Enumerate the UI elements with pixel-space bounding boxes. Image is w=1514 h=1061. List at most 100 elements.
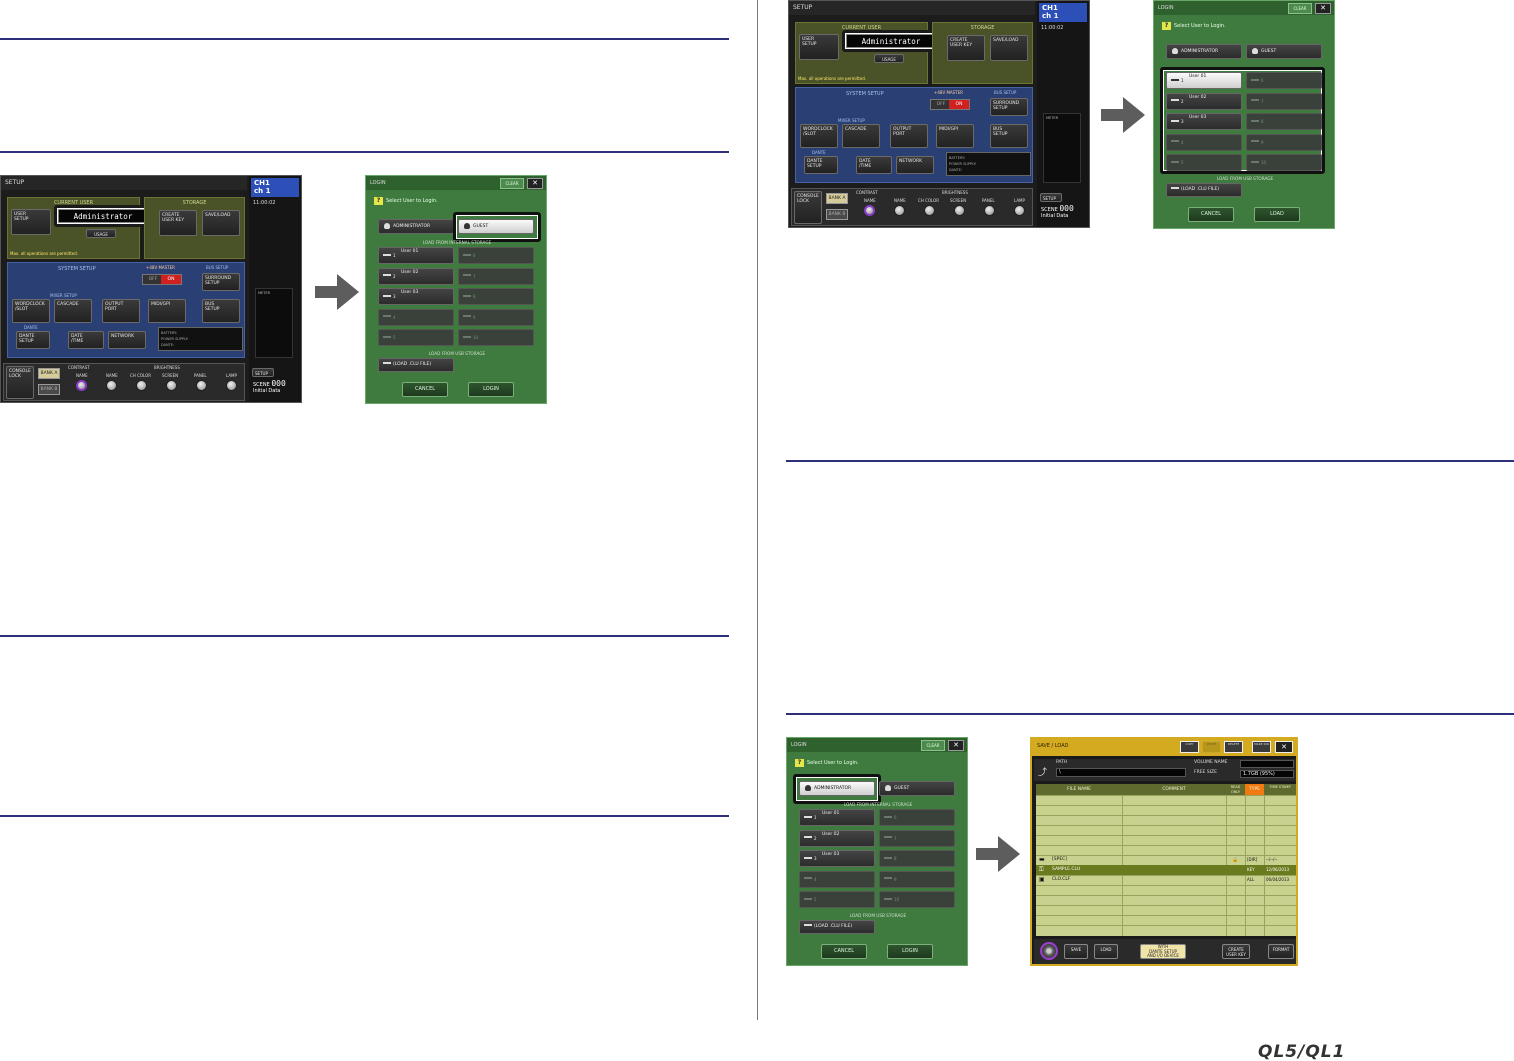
load-clu-button[interactable]: (LOAD .CLU FILE) [1166, 183, 1242, 197]
user-key-slot[interactable]: 2 User 02 [799, 829, 875, 847]
user-key-slot[interactable]: 7 [458, 267, 534, 285]
save-button[interactable]: SAVE [1064, 944, 1088, 959]
format-button[interactable]: FORMAT [1268, 944, 1294, 959]
user-key-slot[interactable]: 8 [458, 288, 534, 305]
create-user-key-button[interactable]: CREATE USER KEY [1222, 944, 1250, 959]
cancel-button[interactable]: CANCEL [1188, 207, 1234, 222]
master-48v-toggle[interactable]: OFF ON [930, 99, 970, 110]
cancel-button[interactable]: CANCEL [821, 944, 867, 959]
user-key-slot[interactable]: 1 User 01 [1166, 72, 1242, 89]
date-time-button[interactable]: DATE /TIME [856, 156, 892, 174]
output-port-button[interactable]: OUTPUT PORT [102, 299, 140, 323]
dante-setup-button[interactable]: DANTE SETUP [16, 331, 50, 349]
up-folder-icon[interactable]: ⤴ [1038, 765, 1047, 778]
administrator-button[interactable]: ADMINISTRATOR [378, 219, 454, 234]
user-key-slot[interactable]: 9 [458, 308, 534, 326]
user-key-slot[interactable]: 5 [1166, 154, 1242, 171]
console-lock-button[interactable]: CONSOLE LOCK [794, 191, 822, 224]
user-key-slot[interactable]: 10 [879, 891, 955, 908]
guest-button[interactable]: GUEST [879, 781, 955, 796]
user-key-slot[interactable]: 2 User 02 [378, 267, 454, 285]
user-key-slot[interactable]: 7 [879, 829, 955, 847]
user-key-slot[interactable]: 9 [879, 870, 955, 888]
user-key-slot[interactable]: 5 [378, 329, 454, 346]
user-key-slot[interactable]: 9 [1246, 133, 1322, 151]
paste-button[interactable]: PASTE [1202, 741, 1221, 753]
name-brightness-knob[interactable] [106, 380, 117, 391]
wordclock-button[interactable]: WORDCLOCK /SLOT [12, 299, 50, 323]
user-setup-button[interactable]: USER SETUP [799, 34, 839, 60]
output-port-button[interactable]: OUTPUT PORT [890, 124, 928, 148]
user-key-slot[interactable]: 6 [458, 247, 534, 264]
setup-function-button[interactable]: SETUP [252, 368, 274, 377]
close-icon[interactable]: ✕ [948, 740, 964, 751]
ch-color-knob[interactable] [136, 380, 147, 391]
load-button[interactable]: LOAD [1094, 944, 1118, 959]
bank-b-button[interactable]: BANK B [826, 209, 848, 220]
login-button[interactable]: LOGIN [887, 944, 933, 959]
load-clu-button[interactable]: (LOAD .CLU FILE) [799, 920, 875, 934]
channel-indicator[interactable]: CH1 ch 1 [251, 178, 299, 197]
setup-function-button[interactable]: SETUP [1040, 193, 1062, 202]
create-user-key-button[interactable]: CREATE USER KEY [159, 210, 197, 236]
user-key-slot[interactable]: 10 [1246, 154, 1322, 171]
user-key-slot[interactable]: 4 [799, 870, 875, 888]
user-key-slot[interactable]: 8 [879, 850, 955, 867]
bank-a-button[interactable]: BANK A [38, 368, 60, 379]
close-icon[interactable]: ✕ [527, 178, 543, 189]
load-button[interactable]: LOAD [1254, 207, 1300, 222]
midi-gpi-button[interactable]: MIDI/GPI [148, 299, 186, 323]
name-brightness-knob[interactable] [894, 205, 905, 216]
path-field[interactable]: \ [1056, 768, 1186, 777]
panel-knob[interactable] [196, 380, 207, 391]
with-dante-setup-toggle[interactable]: WITH DANTE SETUP AND I/O DEVICE [1140, 944, 1186, 959]
login-button[interactable]: LOGIN [468, 382, 514, 397]
wordclock-button[interactable]: WORDCLOCK /SLOT [800, 124, 838, 148]
user-key-slot[interactable]: 1 User 01 [799, 809, 875, 826]
screen-knob[interactable] [954, 205, 965, 216]
cascade-button[interactable]: CASCADE [842, 124, 880, 148]
delete-button[interactable]: DELETE [1224, 741, 1243, 753]
file-row[interactable]: ⚿ SAMPLE.CLU KEY 12/06/2013 [1036, 865, 1296, 875]
copy-button[interactable]: COPY [1180, 741, 1199, 753]
clear-button[interactable]: CLEAR [1288, 3, 1312, 14]
user-tab-usage[interactable]: USAGE [86, 229, 116, 238]
file-row[interactable]: ▣ CLO.CLF ALL 06/04/2013 [1036, 875, 1296, 885]
column-comment[interactable]: COMMENT [1122, 784, 1226, 795]
channel-indicator[interactable]: CH1 ch 1 [1039, 3, 1087, 22]
surround-setup-button[interactable]: SURROUND SETUP [990, 98, 1028, 116]
load-clu-button[interactable]: (LOAD .CLU FILE) [378, 358, 454, 372]
console-lock-button[interactable]: CONSOLE LOCK [6, 366, 34, 399]
column-type[interactable]: TYPE [1245, 784, 1264, 795]
user-key-slot[interactable]: 7 [1246, 92, 1322, 110]
guest-button[interactable]: GUEST [1246, 44, 1322, 59]
bank-a-button[interactable]: BANK A [826, 193, 848, 204]
date-time-button[interactable]: DATE /TIME [68, 331, 104, 349]
contrast-knob[interactable] [76, 380, 87, 391]
user-key-slot[interactable]: 3 User 03 [1166, 113, 1242, 130]
user-key-slot[interactable]: 3 User 03 [799, 850, 875, 867]
master-48v-toggle[interactable]: OFF ON [142, 274, 182, 285]
create-user-key-button[interactable]: CREATE USER KEY [947, 35, 985, 61]
user-key-slot[interactable]: 4 [1166, 133, 1242, 151]
bank-b-button[interactable]: BANK B [38, 384, 60, 395]
cascade-button[interactable]: CASCADE [54, 299, 92, 323]
ch-color-knob[interactable] [924, 205, 935, 216]
clear-button[interactable]: CLEAR [500, 178, 524, 189]
file-row[interactable]: ▬ [SPEC] 🔒 [DIR] --/--/-- [1036, 855, 1296, 865]
lamp-knob[interactable] [1014, 205, 1025, 216]
close-icon[interactable]: ✕ [1315, 3, 1331, 14]
user-key-slot[interactable]: 8 [1246, 113, 1322, 130]
clear-button[interactable]: CLEAR [921, 740, 945, 751]
user-key-slot[interactable]: 4 [378, 308, 454, 326]
user-key-slot[interactable]: 6 [879, 809, 955, 826]
bus-setup-button[interactable]: BUS SETUP [990, 124, 1028, 148]
user-key-slot[interactable]: 6 [1246, 72, 1322, 89]
make-dir-button[interactable]: MAKE DIR [1252, 741, 1271, 753]
network-button[interactable]: NETWORK [108, 331, 146, 349]
user-tab-usage[interactable]: USAGE [874, 54, 904, 63]
user-key-slot[interactable]: 5 [799, 891, 875, 908]
column-file-name[interactable]: FILE NAME [1036, 784, 1122, 795]
user-setup-button[interactable]: USER SETUP [11, 209, 51, 235]
contrast-knob[interactable] [864, 205, 875, 216]
